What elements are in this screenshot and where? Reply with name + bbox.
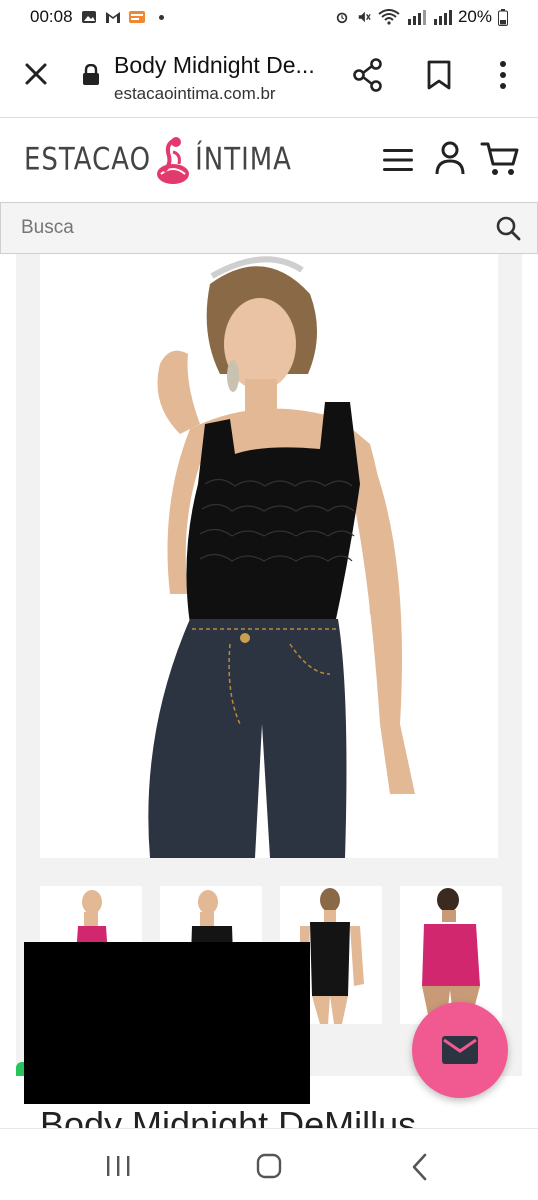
product-main-image[interactable]	[40, 254, 498, 858]
recent-apps-icon[interactable]	[104, 1155, 132, 1177]
bookmark-icon[interactable]	[426, 60, 452, 90]
page-url[interactable]: estacaointima.com.br	[114, 84, 276, 104]
lock-icon	[83, 64, 99, 85]
signal-2-icon	[433, 10, 452, 25]
search-bar	[0, 202, 538, 254]
back-icon[interactable]	[410, 1153, 430, 1181]
logo-text-right: ÍNTIMA	[195, 142, 292, 178]
gmail-icon	[105, 12, 120, 23]
signal-icon	[407, 10, 426, 25]
user-icon[interactable]	[434, 140, 466, 176]
browser-toolbar: Body Midnight De... estacaointima.com.br	[0, 34, 538, 118]
battery-percent: 20%	[457, 7, 492, 26]
app-notification-icon	[128, 11, 145, 23]
contact-fab[interactable]	[412, 1002, 508, 1098]
mute-icon	[358, 11, 371, 23]
share-icon[interactable]	[352, 58, 384, 92]
battery-icon	[498, 8, 508, 26]
status-bar: 00:08 20%	[0, 0, 538, 34]
search-input[interactable]	[21, 217, 461, 239]
status-time: 00:08	[30, 7, 73, 26]
more-notifications-icon	[158, 14, 164, 20]
logo-mark-icon	[157, 137, 190, 184]
logo-text-left: ESTACAO	[24, 142, 152, 178]
home-icon[interactable]	[256, 1153, 282, 1179]
search-icon[interactable]	[495, 215, 521, 241]
page-title[interactable]: Body Midnight De...	[114, 52, 324, 79]
close-icon[interactable]	[22, 60, 50, 88]
gallery-icon	[81, 11, 96, 23]
cart-icon[interactable]	[480, 140, 520, 178]
wifi-icon	[378, 9, 400, 25]
site-logo[interactable]: ESTACAO ÍNTIMA	[24, 134, 292, 186]
system-nav-bar	[0, 1128, 538, 1200]
mail-icon	[442, 1036, 478, 1064]
site-header: ESTACAO ÍNTIMA	[0, 118, 538, 202]
more-icon[interactable]	[490, 58, 516, 92]
redacted-overlay	[24, 942, 310, 1104]
alarm-icon	[336, 12, 348, 24]
menu-icon[interactable]	[382, 145, 414, 175]
model-illustration	[40, 254, 498, 858]
